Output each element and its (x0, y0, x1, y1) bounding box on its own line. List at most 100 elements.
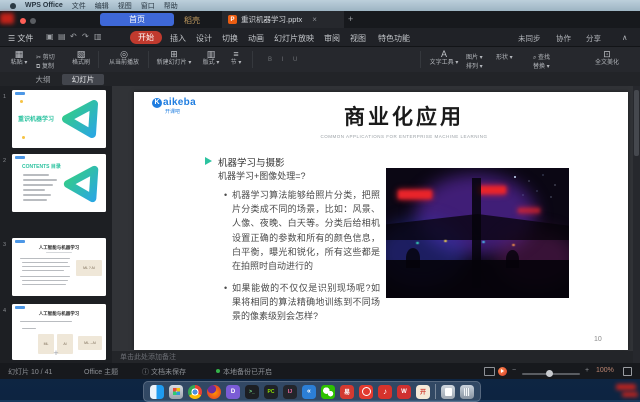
home-button[interactable]: 首页 (100, 13, 174, 26)
terminal-icon[interactable]: >_ (245, 385, 259, 399)
slide-thumbnail-3[interactable]: 人工智能与机器学习 ML ? AI (12, 238, 106, 296)
thumb-title: 人工智能与机器学习 (12, 311, 106, 317)
ribbon-tab-animation[interactable]: 动画 (248, 33, 264, 44)
current-slide[interactable]: K aikeba 开课吧 商业化应用 COMMON APPLICATIONS F… (134, 92, 628, 350)
play-from-current-button[interactable]: ◎ 从当前播放 (104, 49, 144, 67)
nightclub-photo[interactable] (386, 168, 569, 298)
cut-button[interactable]: ✂ 剪切 (36, 52, 55, 61)
triangle-logo-graphic (58, 96, 104, 142)
font-style-buttons[interactable]: B I U (268, 57, 301, 63)
pycharm-icon[interactable]: PC (264, 385, 278, 399)
red-w-app-icon[interactable]: W (397, 385, 411, 399)
theme-name[interactable]: Office 主题 (84, 367, 118, 377)
chrome-icon[interactable] (188, 385, 202, 399)
open-folder-icon[interactable]: ▤ (58, 32, 66, 41)
document-tab[interactable]: P 重识机器学习.pptx × (222, 11, 344, 28)
new-slide-button[interactable]: ⊞ 新建幻灯片 ▾ (154, 49, 194, 67)
zoom-level[interactable]: 100% (596, 367, 614, 374)
tab-outline[interactable]: 大纲 (26, 74, 60, 85)
wechat-icon[interactable] (321, 385, 335, 399)
zoom-out-button[interactable]: − (512, 367, 516, 374)
menu-item-window[interactable]: 窗口 (141, 1, 155, 11)
music-app-icon[interactable]: ♪ (378, 385, 392, 399)
picture-button[interactable]: 图片 ▾ (466, 52, 483, 61)
ribbon-tab-slideshow[interactable]: 幻灯片放映 (274, 33, 314, 44)
ribbon-tab-design[interactable]: 设计 (196, 33, 212, 44)
ribbon-tab-features[interactable]: 特色功能 (378, 33, 410, 44)
apple-logo-icon[interactable] (10, 3, 16, 9)
share-button[interactable]: 分享 (586, 33, 601, 44)
tab-slides[interactable]: 幻灯片 (62, 74, 104, 85)
layout-button[interactable]: ▥ 版式 ▾ (198, 49, 224, 67)
finder-icon[interactable] (150, 385, 164, 399)
section-button[interactable]: ≡ 节 ▾ (226, 49, 246, 67)
slide-bullet-2[interactable]: 如果能做的不仅仅是识别现场呢?如果将相同的算法精确地训练到不同场景的像素级别会怎… (232, 281, 380, 324)
new-tab-button[interactable]: + (348, 14, 353, 24)
undo-icon[interactable]: ↶ (70, 32, 77, 41)
firefox-icon[interactable] (207, 385, 221, 399)
slide-bullet-1[interactable]: 机器学习算法能够给照片分类，把照片分类成不同的场景，比如：风景、人像、夜晚、白天… (232, 188, 380, 273)
vscode-icon[interactable]: « (302, 385, 316, 399)
notes-view-icon[interactable] (484, 367, 495, 376)
fullscreen-icon[interactable] (623, 367, 632, 376)
slide-subheading[interactable]: 机器学习+图像处理=? (218, 169, 306, 182)
backup-status[interactable]: 本地备份已开启 (223, 367, 272, 377)
ribbon-tab-review[interactable]: 审阅 (324, 33, 340, 44)
zoom-slider-knob[interactable] (546, 370, 553, 377)
shape-button[interactable]: 形状 ▾ (496, 52, 513, 61)
ribbon-tab-view[interactable]: 视图 (350, 33, 366, 44)
thumb-text-line (20, 276, 70, 277)
slide-thumbnail-1[interactable]: 重识机器学习 (12, 90, 106, 148)
beautify-button[interactable]: ⊡ 全文美化 (590, 49, 624, 67)
close-window-button[interactable] (20, 18, 26, 24)
thumb-logo (15, 306, 25, 309)
slide-title[interactable]: 商业化应用 (254, 101, 554, 131)
live-app-icon[interactable] (359, 385, 373, 399)
neon-sign (398, 190, 432, 199)
purple-app-icon[interactable]: D (226, 385, 240, 399)
save-icon[interactable]: ▣ (46, 32, 54, 41)
paste-button[interactable]: ▦ 粘贴 ▾ (4, 49, 34, 67)
replace-button[interactable]: 替换 ▾ (533, 61, 550, 70)
zoom-in-button[interactable]: + (585, 367, 589, 374)
redo-icon[interactable]: ↷ (82, 32, 89, 41)
menu-item-edit[interactable]: 编辑 (95, 1, 109, 11)
launchpad-icon[interactable] (169, 385, 183, 399)
file-menu-button[interactable]: ☰ 文件 (8, 33, 33, 44)
red-watermark (0, 13, 14, 24)
print-icon[interactable]: ▥ (94, 32, 102, 41)
red-watermark (622, 392, 638, 397)
kaikeba-app-icon[interactable]: 开 (416, 385, 430, 399)
copy-button[interactable]: ⧉ 复制 (36, 61, 54, 71)
menu-item-help[interactable]: 帮助 (164, 1, 178, 11)
intellij-icon[interactable]: IJ (283, 385, 297, 399)
menu-item-view[interactable]: 视图 (118, 1, 132, 11)
text-tool-button[interactable]: A 文字工具 ▾ (426, 49, 462, 67)
minimize-window-button[interactable] (30, 18, 36, 24)
scrollbar-thumb[interactable] (634, 90, 639, 156)
slide-thumbnail-2[interactable]: CONTENTS 目录 (12, 154, 106, 212)
collapse-ribbon-icon[interactable]: ∧ (622, 33, 628, 42)
ribbon-tab-start[interactable]: 开始 (130, 31, 162, 44)
add-slide-button[interactable]: + (47, 348, 65, 358)
docer-tab[interactable]: 稻壳 (184, 15, 200, 26)
vertical-scrollbar[interactable] (633, 86, 640, 363)
menu-item-file[interactable]: 文件 (72, 1, 86, 11)
netease-app-icon[interactable]: 易 (340, 385, 354, 399)
collaborate-button[interactable]: 协作 (556, 33, 571, 44)
notes-strip[interactable]: 单击此处添加备注 (112, 351, 633, 363)
trash-icon[interactable] (460, 385, 474, 399)
close-tab-icon[interactable]: × (312, 15, 317, 24)
document-save-status[interactable]: ⓘ 文档未保存 (142, 367, 186, 377)
slide-heading[interactable]: 机器学习与摄影 (218, 155, 285, 169)
menu-app-name[interactable]: WPS Office (25, 2, 63, 9)
photo-lights (514, 176, 516, 178)
format-painter-button[interactable]: ▧ 格式刷 (66, 49, 96, 67)
files-icon[interactable] (441, 385, 455, 399)
notes-placeholder: 单击此处添加备注 (120, 352, 176, 362)
ribbon-tab-insert[interactable]: 插入 (170, 33, 186, 44)
sync-status-button[interactable]: 未同步 (518, 33, 541, 44)
ribbon-tab-transition[interactable]: 切换 (222, 33, 238, 44)
arrange-button[interactable]: 排列 ▾ (466, 61, 483, 70)
play-slideshow-button[interactable] (498, 367, 507, 376)
